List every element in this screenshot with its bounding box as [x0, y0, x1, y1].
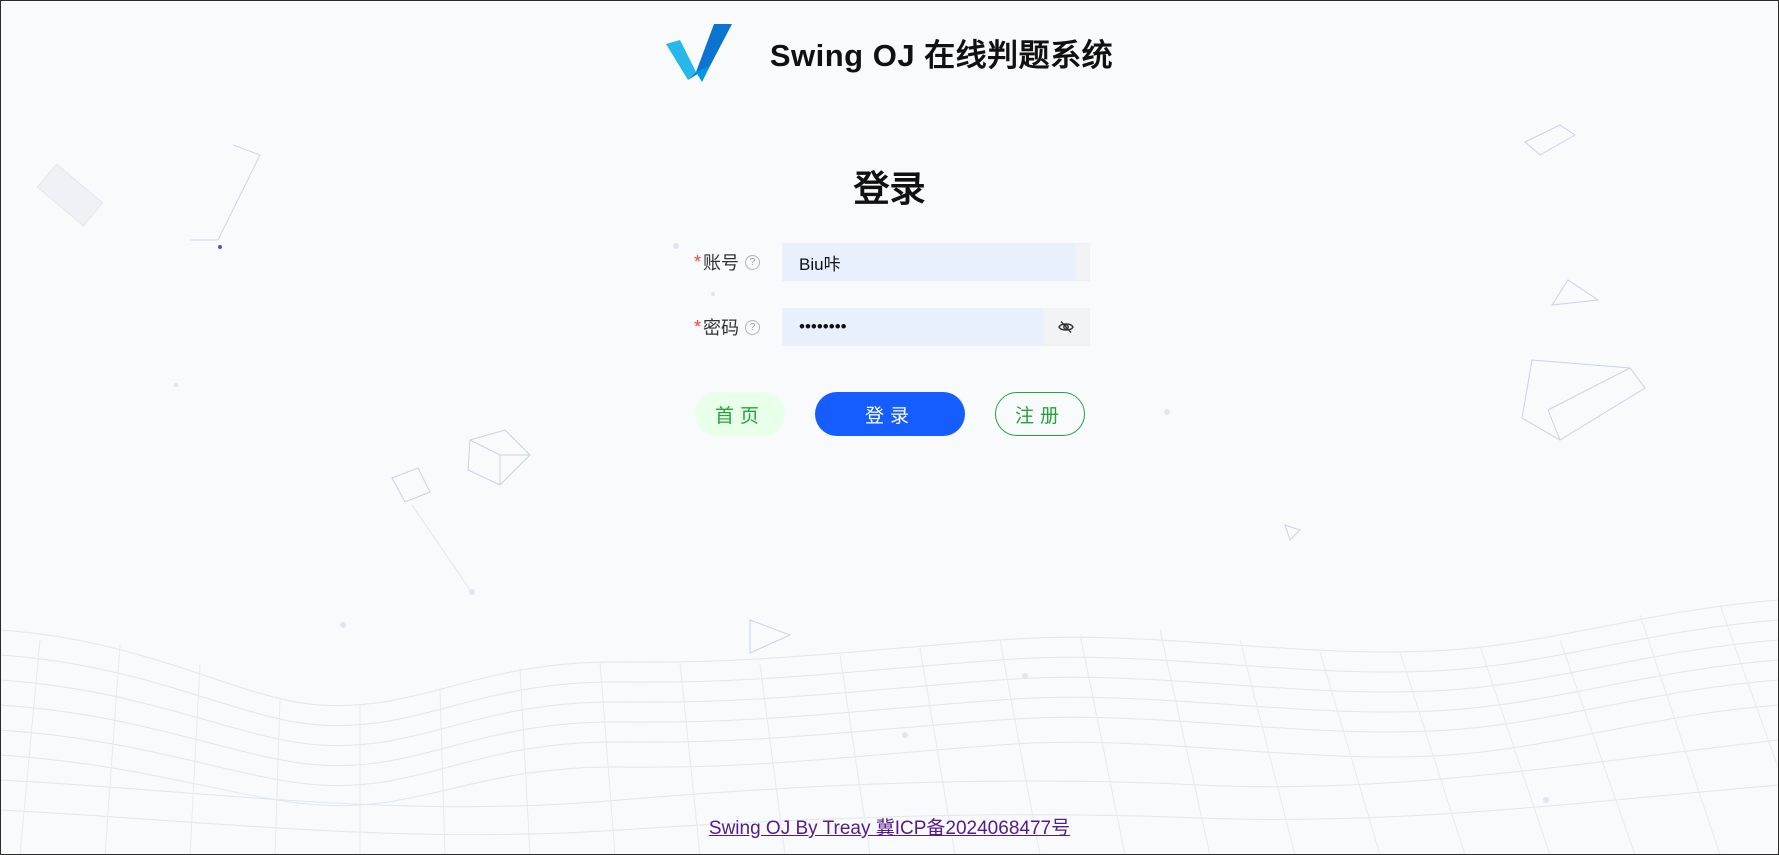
- password-form-row: * 密码 ?: [690, 308, 1090, 346]
- account-input-wrapper: [782, 243, 1090, 281]
- password-input[interactable]: [797, 316, 1043, 338]
- account-label: * 账号 ?: [690, 249, 782, 275]
- login-title: 登录: [853, 168, 926, 209]
- account-label-text: 账号: [703, 253, 739, 273]
- password-label: * 密码 ?: [690, 314, 782, 340]
- footer: Swing OJ By Treay 冀ICP备2024068477号: [0, 813, 1779, 840]
- password-label-text: 密码: [703, 318, 739, 338]
- password-input-wrapper: [782, 308, 1090, 346]
- question-circle-icon[interactable]: ?: [745, 254, 760, 270]
- account-input[interactable]: [797, 251, 1075, 273]
- app-title: Swing OJ 在线判题系统: [769, 37, 1114, 73]
- account-form-row: * 账号 ?: [690, 243, 1090, 281]
- input-suffix-area: [1075, 244, 1089, 280]
- home-button[interactable]: 首页: [695, 392, 785, 436]
- logo-icon: [665, 24, 732, 82]
- login-button[interactable]: 登录: [815, 392, 965, 436]
- register-button[interactable]: 注册: [995, 392, 1085, 436]
- password-visibility-toggle[interactable]: [1043, 309, 1089, 345]
- app-header: Swing OJ 在线判题系统: [0, 22, 1779, 82]
- required-mark: *: [693, 316, 701, 337]
- eye-off-icon: [1058, 321, 1074, 333]
- required-mark: *: [693, 251, 701, 272]
- question-circle-icon[interactable]: ?: [745, 319, 760, 335]
- icp-link[interactable]: Swing OJ By Treay 冀ICP备2024068477号: [709, 818, 1070, 839]
